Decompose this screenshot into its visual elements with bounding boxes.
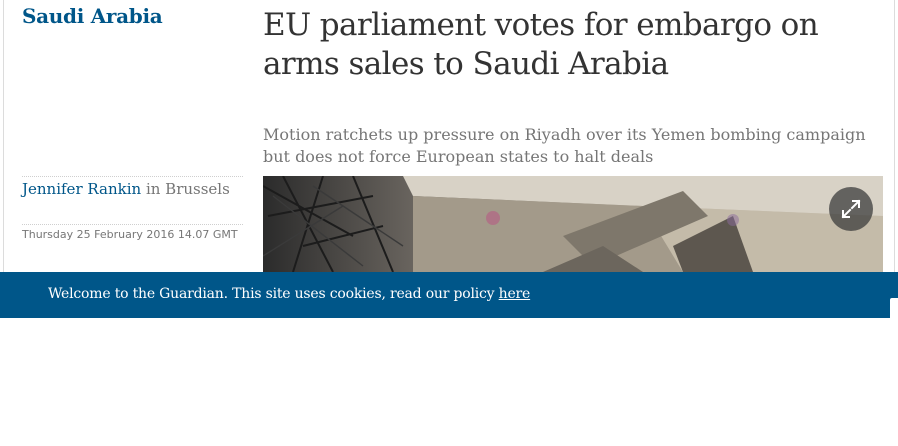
left-column-rule <box>3 0 4 272</box>
right-column-rule <box>894 0 895 272</box>
byline-preposition: in <box>141 180 166 198</box>
expand-icon <box>841 199 861 219</box>
byline: Jennifer Rankin in Brussels <box>22 180 230 198</box>
cookie-message: Welcome to the Guardian. This site uses … <box>48 286 530 302</box>
article-headline: EU parliament votes for embargo on arms … <box>263 7 819 82</box>
article-standfirst: Motion ratchets up pressure on Riyadh ov… <box>263 125 866 166</box>
byline-location: Brussels <box>165 180 230 198</box>
byline-divider-top <box>22 176 243 177</box>
damaged-building-photo <box>263 176 883 272</box>
byline-divider-bottom <box>22 224 243 225</box>
cookie-banner-close-tab[interactable] <box>890 298 898 318</box>
publication-date: Thursday 25 February 2016 14.07 GMT <box>22 228 238 241</box>
section-link-saudi-arabia[interactable]: Saudi Arabia <box>22 4 163 28</box>
cookie-policy-link[interactable]: here <box>499 286 531 302</box>
author-link[interactable]: Jennifer Rankin <box>22 180 141 198</box>
expand-image-button[interactable] <box>829 187 873 231</box>
article-main-image[interactable] <box>263 176 883 272</box>
cookie-banner: Welcome to the Guardian. This site uses … <box>0 272 898 318</box>
cookie-message-text: Welcome to the Guardian. This site uses … <box>48 286 499 302</box>
